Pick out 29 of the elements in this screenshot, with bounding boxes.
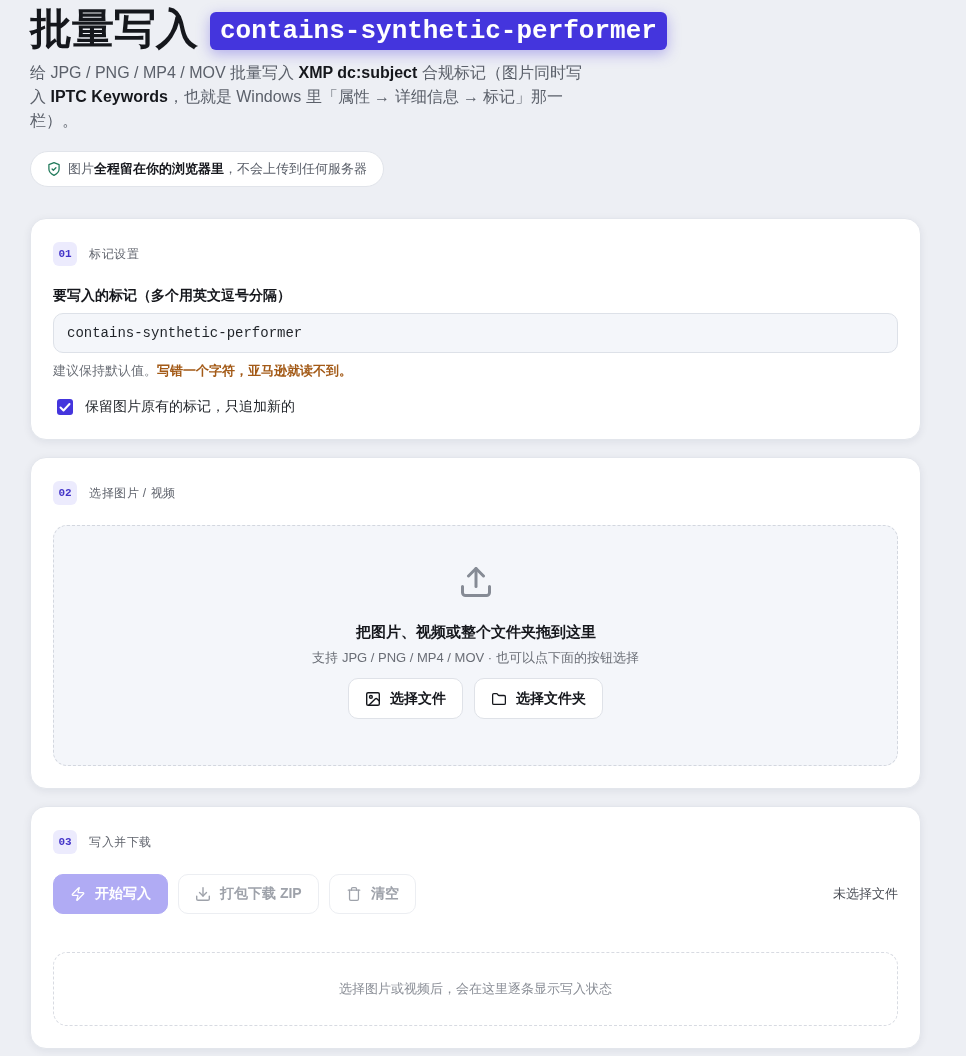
section-title: 写入并下载 [89,834,152,850]
page-title: 批量写入 [30,3,198,54]
description-text: 给 JPG / PNG / MP4 / MOV 批量写入 XMP dc:subject 合规标记（图片同时写入 IPTC Keywords，也就是 Windows 里「属性 → 详细信息 → 标记」那一栏）。 [30,63,583,131]
step-number: 01 [53,242,77,266]
drop-title: 把图片、视频或整个文件夹拖到这里 [355,622,596,642]
choose-folder-button[interactable]: 选择文件夹 [474,678,603,719]
tag-badge: contains-synthetic-performer [210,12,667,50]
field-label: 要写入的标记（多个用英文逗号分隔） [53,286,292,304]
hint-text: 建议保持默认值。写错一个字符，亚马逊就读不到。 [53,362,353,380]
section-title: 选择图片 / 视频 [89,485,176,501]
checkbox[interactable] [57,399,73,415]
step-number: 02 [53,481,77,505]
tag-input[interactable]: contains-synthetic-performer [53,313,898,353]
checkbox-label: 保留图片原有的标记，只追加新的 [85,398,295,416]
file-status-text: 未选择文件 [833,885,898,903]
empty-status-text: 选择图片或视频后，会在这里逐条显示写入状态 [339,980,612,998]
privacy-text: 图片全程留在你的浏览器里，不会上传到任何服务器 [68,160,367,178]
download-icon [196,887,210,901]
image-icon [366,691,380,706]
lightning-icon [71,887,85,901]
step-number: 03 [53,830,77,854]
upload-icon [460,567,491,597]
drop-subtitle: 支持 JPG / PNG / MP4 / MOV · 也可以点下面的按钮选择 [312,649,639,667]
choose-files-button[interactable]: 选择文件 [348,678,463,719]
folder-icon [492,691,506,706]
shield-check-icon [48,162,60,176]
drop-zone[interactable]: 把图片、视频或整个文件夹拖到这里 支持 JPG / PNG / MP4 / MOV · 也可以点下面的按钮选择 选择文件 选择文件夹 [53,525,898,766]
section-title: 标记设置 [89,246,139,262]
trash-icon [346,887,361,901]
